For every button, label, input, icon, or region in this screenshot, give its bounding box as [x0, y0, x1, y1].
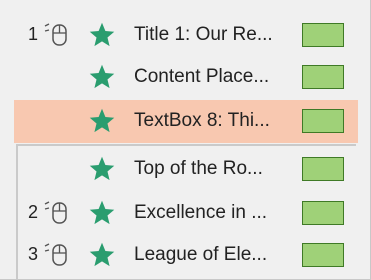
timing-swatch-icon: [302, 65, 344, 89]
order-number: 1: [27, 24, 38, 44]
animation-title: Content Place...: [134, 66, 270, 87]
animation-item-selected[interactable]: TextBox 8: Thi...: [14, 100, 358, 143]
animation-title: Top of the Ro...: [134, 158, 263, 179]
animation-item[interactable]: Top of the Ro...: [0, 148, 370, 191]
timing-swatch-icon: [302, 157, 344, 181]
animation-item[interactable]: 1 Title 1: Our Re...: [0, 14, 370, 57]
star-icon: [89, 108, 115, 133]
order-number: 3: [27, 244, 38, 264]
star-icon: [89, 200, 115, 225]
mouse-click-icon: [44, 201, 67, 224]
star-icon: [89, 156, 115, 181]
animation-item[interactable]: Content Place...: [0, 56, 370, 99]
star-icon: [89, 242, 115, 267]
timing-swatch-icon: [302, 109, 344, 133]
star-icon: [89, 64, 115, 89]
animation-item[interactable]: 3 League of Ele...: [0, 234, 370, 277]
animation-pane: 1 Title 1: Our Re... Content Place... Te…: [0, 0, 371, 280]
mouse-click-icon: [44, 23, 67, 46]
mouse-click-icon: [44, 243, 67, 266]
star-icon: [89, 22, 115, 47]
timing-swatch-icon: [302, 23, 344, 47]
group-divider: [16, 144, 356, 146]
animation-title: Excellence in ...: [134, 202, 268, 223]
animation-title: League of Ele...: [134, 244, 268, 265]
timing-swatch-icon: [302, 201, 344, 225]
timing-swatch-icon: [302, 243, 344, 267]
order-number: 2: [27, 202, 38, 222]
animation-title: TextBox 8: Thi...: [134, 110, 270, 131]
animation-title: Title 1: Our Re...: [134, 24, 273, 45]
animation-item[interactable]: 2 Excellence in ...: [0, 192, 370, 235]
